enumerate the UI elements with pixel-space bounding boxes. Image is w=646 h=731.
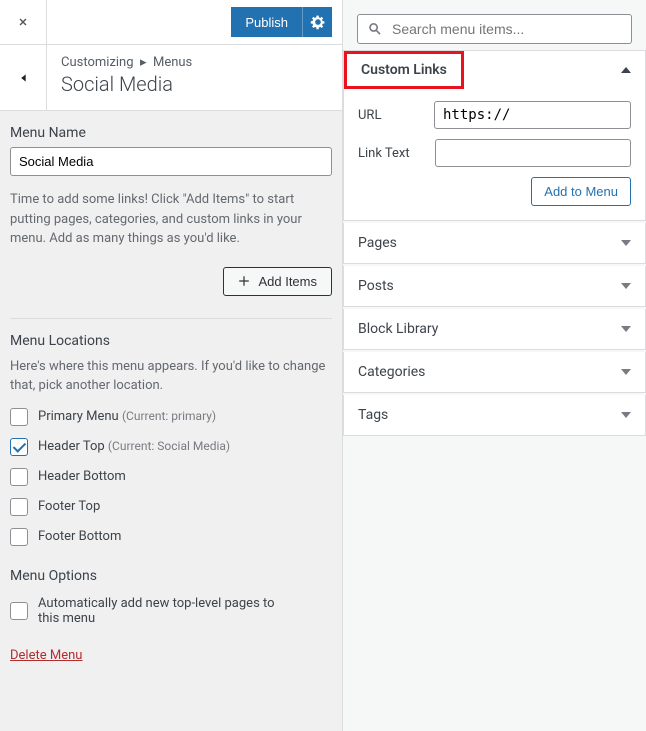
accordion-label: Posts [358,278,394,294]
accordion-label: Block Library [358,321,438,337]
auto-add-pages-label: Automatically add new top-level pages to… [38,596,298,626]
menu-locations-title: Menu Locations [10,333,332,349]
location-label: Primary Menu (Current: primary) [38,409,216,424]
chevron-up-icon [621,67,631,73]
location-row: Primary Menu (Current: primary) [10,408,332,426]
location-label: Footer Bottom [38,529,121,544]
accordion-pages[interactable]: Pages [343,223,646,264]
auto-add-pages-row: Automatically add new top-level pages to… [10,596,332,626]
accordion-custom-links[interactable]: Custom Links [343,51,646,89]
link-text-input[interactable] [435,139,631,167]
accordion-label: Categories [358,364,425,380]
custom-links-body: URL Link Text Add to Menu [343,89,646,221]
url-input[interactable] [434,101,631,129]
menu-name-input[interactable] [10,147,332,176]
add-items-button[interactable]: Add Items [223,267,332,296]
plus-icon [238,275,250,287]
menu-help-text: Time to add some links! Click "Add Items… [10,190,332,249]
url-label: URL [358,108,434,123]
location-row: Footer Top [10,498,332,516]
location-label: Footer Top [38,499,100,514]
search-icon [367,21,383,37]
location-label: Header Top (Current: Social Media) [38,439,230,454]
delete-menu-link[interactable]: Delete Menu [10,648,82,663]
custom-links-label: Custom Links [344,51,464,89]
breadcrumb-root[interactable]: Customizing [61,55,134,70]
menu-options-title: Menu Options [10,568,332,584]
back-button[interactable] [0,45,47,110]
location-checkbox[interactable] [10,408,28,426]
chevron-down-icon [621,326,631,332]
publish-button[interactable]: Publish [231,7,302,37]
publish-settings-button[interactable] [302,7,332,37]
accordion-categories[interactable]: Categories [343,352,646,393]
menu-locations-help: Here's where this menu appears. If you'd… [10,357,332,396]
accordion-block-library[interactable]: Block Library [343,309,646,350]
chevron-down-icon [621,240,631,246]
chevron-down-icon [621,369,631,375]
search-input[interactable] [357,14,632,44]
location-row: Header Bottom [10,468,332,486]
accordion-label: Tags [358,407,388,423]
accordion-posts[interactable]: Posts [343,266,646,307]
search-container [357,14,632,44]
location-row: Footer Bottom [10,528,332,546]
location-checkbox[interactable] [10,438,28,456]
breadcrumb: Customizing ▸ Menus [61,55,192,70]
add-to-menu-button[interactable]: Add to Menu [531,177,631,206]
breadcrumb-section[interactable]: Menus [153,55,192,70]
location-checkbox[interactable] [10,528,28,546]
location-checkbox[interactable] [10,468,28,486]
location-checkbox[interactable] [10,498,28,516]
chevron-down-icon [621,412,631,418]
auto-add-pages-checkbox[interactable] [10,602,28,620]
chevron-down-icon [621,283,631,289]
chevron-left-icon [14,69,32,87]
close-icon [16,15,30,29]
page-title: Social Media [61,72,192,96]
location-row: Header Top (Current: Social Media) [10,438,332,456]
accordion-tags[interactable]: Tags [343,395,646,436]
add-items-label: Add Items [258,274,317,289]
location-label: Header Bottom [38,469,126,484]
link-text-label: Link Text [358,146,435,161]
accordion-label: Pages [358,235,397,251]
close-button[interactable] [0,0,47,44]
menu-name-label: Menu Name [10,125,332,141]
gear-icon [310,14,326,30]
